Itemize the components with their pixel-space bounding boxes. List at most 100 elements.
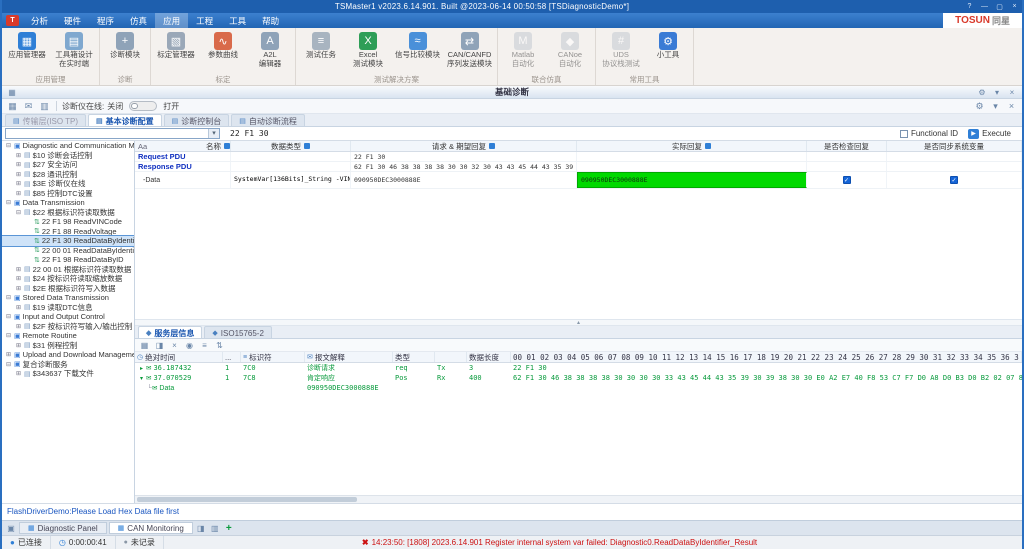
tree-item[interactable]: ⇅ 22 F1 30 ReadDataByIdentifier: [2, 236, 134, 246]
check-response-checkbox[interactable]: ✓: [843, 176, 851, 184]
ribbon-button[interactable]: + 诊断模块: [105, 30, 145, 60]
diagnostic-tab[interactable]: ▤ 自动诊断流程: [231, 114, 305, 126]
tree-expander-icon[interactable]: ⊟: [5, 332, 12, 339]
pane-view-icon[interactable]: ◨: [154, 341, 165, 350]
clear-icon[interactable]: ×: [169, 341, 180, 350]
tree-item[interactable]: ⇅ 22 00 01 ReadDataByIdentifier: [2, 246, 134, 256]
menu-item[interactable]: 分析: [23, 13, 56, 28]
toolbar-close-icon[interactable]: ×: [1005, 100, 1018, 112]
execute-button[interactable]: ▶ Execute: [968, 129, 1011, 139]
menu-item[interactable]: 应用: [155, 13, 188, 28]
tree-expander-icon[interactable]: ⊞: [15, 266, 22, 273]
message-row-data-child[interactable]: └ ✉ Data 090950DEC3000888E: [135, 383, 1022, 393]
tree-item[interactable]: ⊞ ▤ 22 00 01 根据标识符读取数据: [2, 265, 134, 275]
diagnostic-tab[interactable]: ▤ 基本诊断配置: [88, 114, 162, 126]
tree-expander-icon[interactable]: ⊞: [15, 180, 22, 187]
close-button[interactable]: ×: [1007, 3, 1022, 10]
table-row-data[interactable]: -Data SystemVar[136Bits]_String -VIN_Cod…: [135, 172, 1022, 189]
tree-item[interactable]: ⊞ ▤ $28 通讯控制: [2, 170, 134, 180]
diagnostic-tab[interactable]: ▤ 传输层(ISO TP): [5, 114, 86, 126]
tree-expander-icon[interactable]: ⊞: [15, 304, 22, 311]
header-explanation[interactable]: ✉ 报文解释: [305, 352, 393, 362]
menu-item[interactable]: 工具: [221, 13, 254, 28]
header-sync-sysvar[interactable]: 是否同步系统变量: [887, 141, 1022, 151]
tree-item[interactable]: ⊞ ▤ $24 按标识符读取缩放数据: [2, 274, 134, 284]
ribbon-button[interactable]: ⇄ CAN/CANFD 序列发送模块: [447, 30, 492, 68]
tree-expander-icon[interactable]: ⊞: [15, 275, 22, 282]
sort-icon[interactable]: ⇅: [214, 341, 225, 350]
ribbon-button[interactable]: ▦ 应用管理器: [7, 30, 47, 60]
diagnostic-tab[interactable]: ▤ 诊断控制台: [164, 114, 230, 126]
column-filter-icon[interactable]: [224, 143, 230, 149]
add-panel-icon[interactable]: +: [223, 523, 235, 534]
tree-item[interactable]: ⊟ ▣ Input and Output Control: [2, 312, 134, 322]
ribbon-button[interactable]: ≈ 信号比较模块: [395, 30, 440, 60]
tree-item[interactable]: ⊞ ▤ $3E 诊断仪在线: [2, 179, 134, 189]
menu-item[interactable]: 硬件: [56, 13, 89, 28]
request-marker-icon[interactable]: ▸: [137, 365, 146, 372]
tree-expander-icon[interactable]: ⊞: [15, 285, 22, 292]
ribbon-button[interactable]: ⚙ 小工具: [648, 30, 688, 60]
tree-item[interactable]: ⊟ ▣ Data Transmission: [2, 198, 134, 208]
header-datatype[interactable]: 数据类型: [231, 141, 351, 151]
column-filter-icon[interactable]: [304, 143, 310, 149]
tree-expander-icon[interactable]: ⊟: [15, 209, 22, 216]
tree-item[interactable]: ⊞ ▤ $85 控制DTC设置: [2, 189, 134, 199]
menu-item[interactable]: 仿真: [122, 13, 155, 28]
ribbon-button[interactable]: M Matlab 自动化: [503, 30, 543, 68]
tree-item[interactable]: ⇅ 22 F1 88 ReadVoltage: [2, 227, 134, 237]
ribbon-button[interactable]: ∿ 参数曲线: [203, 30, 243, 60]
column-filter-icon[interactable]: [705, 143, 711, 149]
panel-splitter[interactable]: ▴: [135, 319, 1022, 326]
tree-item[interactable]: ⊟ ▣ Remote Routine: [2, 331, 134, 341]
header-identifier[interactable]: ≡ 标识符: [241, 352, 305, 362]
horizontal-scrollbar[interactable]: [135, 495, 1022, 503]
sync-sysvar-checkbox[interactable]: ✓: [950, 176, 958, 184]
menu-item[interactable]: 工程: [188, 13, 221, 28]
tree-expander-icon[interactable]: ⊞: [5, 351, 12, 358]
open-connection-button[interactable]: 打开: [163, 101, 179, 112]
header-count[interactable]: ...: [223, 352, 241, 362]
request-value[interactable]: 090950DEC3000888E: [351, 172, 577, 188]
ribbon-button[interactable]: A A2L 编辑器: [250, 30, 290, 68]
grid-view-icon[interactable]: ▦: [139, 341, 150, 350]
header-abs-time[interactable]: ◷ 绝对时间: [135, 352, 223, 362]
panel-close-icon[interactable]: ×: [1006, 88, 1018, 97]
functional-id-checkbox[interactable]: [900, 130, 908, 138]
tree-item[interactable]: ⇅ 22 F1 98 ReadVINCode: [2, 217, 134, 227]
panel-settings-icon[interactable]: ⚙: [976, 88, 988, 97]
header-request[interactable]: 请求 & 期望回复: [351, 141, 577, 151]
header-type[interactable]: 类型: [393, 352, 435, 362]
tree-item[interactable]: ⊟ ▣ Diagnostic and Communication Managem: [2, 141, 134, 151]
header-direction[interactable]: [435, 352, 467, 362]
pin-panel-icon[interactable]: ▥: [209, 524, 221, 533]
layers-icon[interactable]: ▥: [38, 100, 51, 112]
collapse-icon[interactable]: ▾: [989, 100, 1002, 112]
ribbon-button[interactable]: ≡ 测试任务: [301, 30, 341, 60]
tree-item[interactable]: ⇅ 22 F1 98 ReadDataByID: [2, 255, 134, 265]
service-bytes-field[interactable]: 22 F1 30: [224, 129, 896, 138]
layout-grid-icon[interactable]: ▦: [6, 100, 19, 112]
tree-item[interactable]: ⊟ ▤ $22 根据标识符读取数据: [2, 208, 134, 218]
table-row-response-pdu[interactable]: Response PDU 62 F1 30 46 38 38 38 38 30 …: [135, 162, 1022, 172]
tree-expander-icon[interactable]: ⊞: [15, 171, 22, 178]
header-data-length[interactable]: 数据长度: [467, 352, 511, 362]
list-icon[interactable]: ≡: [199, 341, 210, 350]
tree-item[interactable]: ⊞ ▤ $27 安全访问: [2, 160, 134, 170]
ribbon-button[interactable]: ▤ 工具箱设计 在实时端: [54, 30, 94, 68]
tree-item[interactable]: ⊞ ▣ Upload and Download Management: [2, 350, 134, 360]
ribbon-button[interactable]: ◆ CANoe 自动化: [550, 30, 590, 68]
splitter-collapse-icon[interactable]: ▴: [577, 319, 580, 326]
tree-item[interactable]: ⊞ ▤ $31 例程控制: [2, 341, 134, 351]
tree-expander-icon[interactable]: ⊟: [5, 199, 12, 206]
message-row-request[interactable]: ▸ ✉ 36.187432 1 7C0 诊断请求 req Tx 3 22 F1 …: [135, 363, 1022, 373]
column-filter-icon[interactable]: [489, 143, 495, 149]
tree-expander-icon[interactable]: ⊟: [5, 361, 12, 368]
ribbon-button[interactable]: ▧ 标定管理器: [156, 30, 196, 60]
tree-item[interactable]: ⊞ ▤ $2F 按标识符写输入/输出控制: [2, 322, 134, 332]
tree-expander-icon[interactable]: ⊟: [5, 313, 12, 320]
tester-online-toggle[interactable]: [129, 101, 157, 111]
menu-item[interactable]: 帮助: [254, 13, 287, 28]
monitor-icon[interactable]: ▣: [5, 524, 17, 533]
tree-expander-icon[interactable]: ⊞: [15, 370, 22, 377]
